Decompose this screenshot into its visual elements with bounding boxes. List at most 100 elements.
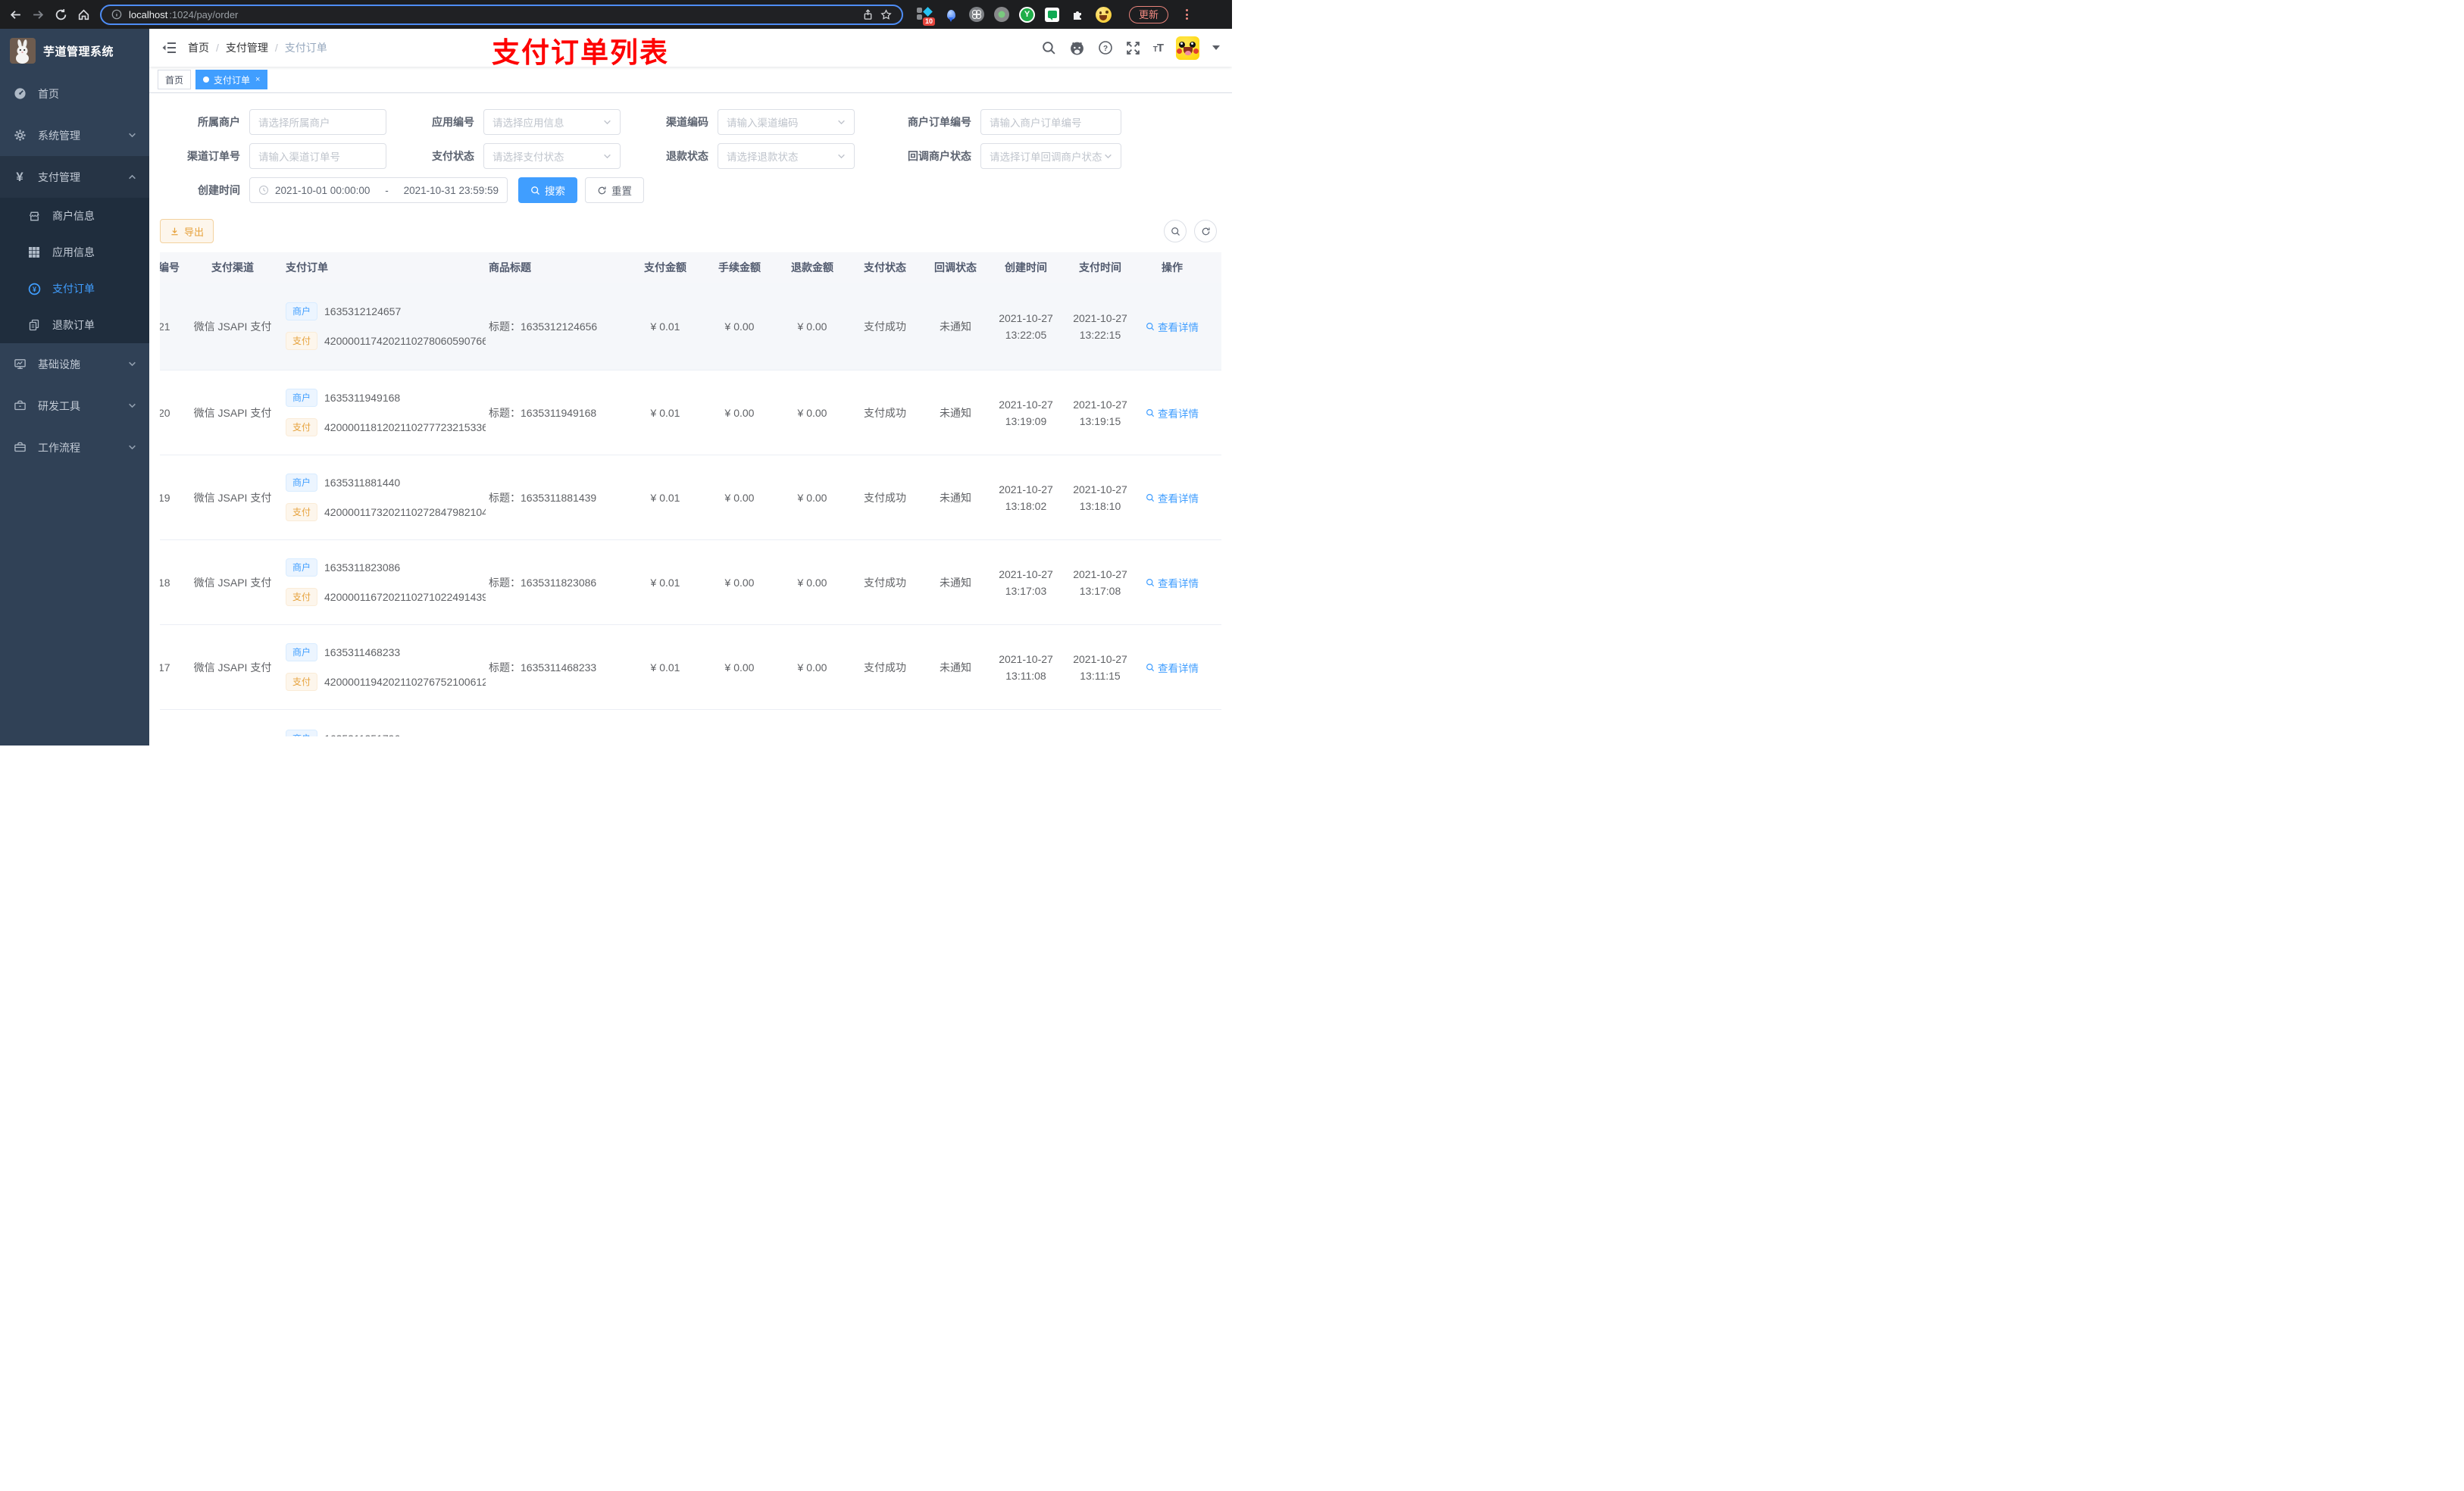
placeholder-text: 请选择支付状态 bbox=[492, 152, 564, 163]
search-button[interactable]: 搜索 bbox=[518, 177, 577, 203]
tags-view-bar: 首页 支付订单 × bbox=[149, 67, 1232, 93]
merchant-order-no: 1635311881440 bbox=[324, 477, 401, 489]
sidebar-item-pay-order[interactable]: ¥ 支付订单 bbox=[0, 270, 149, 307]
view-detail-link[interactable]: 查看详情 bbox=[1146, 490, 1199, 505]
notify-status-select[interactable]: 请选择订单回调商户状态 bbox=[980, 143, 1121, 169]
pay-order-no: 4200001173202110272847982104 bbox=[324, 506, 486, 518]
app-logo[interactable]: 芋道管理系统 bbox=[0, 29, 149, 73]
view-detail-link[interactable]: 查看详情 bbox=[1146, 405, 1199, 420]
sidebar-item-label: 商户信息 bbox=[52, 210, 95, 222]
col-title: 商品标题 bbox=[489, 261, 531, 274]
extension-pin-icon[interactable] bbox=[943, 6, 959, 23]
merchant-tag: 商户 bbox=[286, 643, 318, 661]
tab-label: 支付订单 bbox=[214, 74, 251, 86]
sidebar-item-app-info[interactable]: 应用信息 bbox=[0, 234, 149, 270]
merchant-tag: 商户 bbox=[286, 474, 318, 492]
url-bar[interactable]: localhost :1024/pay/order bbox=[100, 4, 903, 25]
cell-channel: 微信 JSAPI 支付 bbox=[193, 406, 272, 419]
filter-label: 渠道编码 bbox=[666, 116, 708, 128]
breadcrumb-home[interactable]: 首页 bbox=[188, 40, 209, 55]
channel-code-select[interactable]: 请输入渠道编码 bbox=[718, 109, 855, 135]
sidebar-item-workflow[interactable]: 工作流程 bbox=[0, 427, 149, 468]
channel-order-input[interactable]: 请输入渠道订单号 bbox=[249, 143, 386, 169]
extension-command-icon[interactable] bbox=[969, 7, 984, 22]
app-select[interactable]: 请选择应用信息 bbox=[483, 109, 621, 135]
sidebar-item-refund-order[interactable]: 退款订单 bbox=[0, 307, 149, 343]
sidebar-fold-icon[interactable] bbox=[161, 40, 177, 55]
search-icon[interactable] bbox=[1042, 41, 1056, 55]
extension-blocks-icon[interactable]: 10 bbox=[916, 6, 935, 26]
font-size-icon[interactable]: TT bbox=[1153, 42, 1164, 55]
date-end-value: 2021-10-31 23:59:59 bbox=[403, 184, 499, 196]
filter-label: 支付状态 bbox=[432, 150, 474, 162]
fullscreen-icon[interactable] bbox=[1126, 41, 1140, 55]
browser-reload-icon[interactable] bbox=[55, 8, 67, 21]
merchant-order-no: 1635311949168 bbox=[324, 392, 401, 404]
browser-back-icon[interactable] bbox=[9, 8, 22, 21]
view-detail-link[interactable]: 查看详情 bbox=[1146, 575, 1199, 590]
cell-id: 17 bbox=[160, 661, 170, 674]
bookmark-star-icon[interactable] bbox=[880, 8, 892, 20]
extension-record-icon[interactable] bbox=[994, 7, 1009, 22]
cell-pay-status: 支付成功 bbox=[864, 406, 906, 419]
cell-title: 标题：1635311823086 bbox=[489, 576, 597, 589]
extension-emoji-icon[interactable] bbox=[1096, 6, 1112, 23]
tab-home[interactable]: 首页 bbox=[158, 70, 192, 89]
breadcrumb-payment[interactable]: 支付管理 bbox=[226, 40, 268, 55]
extension-chat-icon[interactable] bbox=[1045, 7, 1059, 22]
cell-id: 18 bbox=[160, 576, 170, 589]
user-avatar[interactable] bbox=[1176, 36, 1199, 60]
sidebar-item-payment[interactable]: ¥ 支付管理 bbox=[0, 156, 149, 198]
merchant-order-input[interactable]: 请输入商户订单编号 bbox=[980, 109, 1121, 135]
pay-tag: 支付 bbox=[286, 588, 318, 606]
cell-title: 标题：1635311881439 bbox=[489, 491, 597, 504]
merchant-select[interactable]: 请选择所属商户 bbox=[249, 109, 386, 135]
cell-amount: ¥ 0.01 bbox=[650, 320, 680, 333]
sidebar-item-merchant-info[interactable]: 商户信息 bbox=[0, 198, 149, 234]
tab-pay-order[interactable]: 支付订单 × bbox=[195, 70, 268, 89]
refresh-icon[interactable] bbox=[1194, 220, 1217, 242]
create-time-range-picker[interactable]: 2021-10-01 00:00:00 - 2021-10-31 23:59:5… bbox=[249, 177, 508, 203]
active-dot bbox=[203, 77, 210, 83]
col-id: 编号 bbox=[160, 261, 180, 274]
site-info-icon[interactable] bbox=[111, 9, 122, 20]
reset-button[interactable]: 重置 bbox=[585, 177, 644, 203]
placeholder-text: 请输入商户订单编号 bbox=[990, 117, 1082, 129]
browser-forward-icon[interactable] bbox=[32, 8, 45, 21]
col-order: 支付订单 bbox=[286, 261, 328, 274]
browser-chrome: localhost :1024/pay/order 10 Y 更新 bbox=[0, 0, 1232, 29]
user-menu-caret-icon[interactable] bbox=[1212, 45, 1220, 50]
merchant-order-no: 1635311823086 bbox=[324, 561, 401, 574]
extensions-puzzle-icon[interactable] bbox=[1069, 6, 1086, 23]
filter-row-3: 创建时间 2021-10-01 00:00:00 - 2021-10-31 23… bbox=[160, 177, 1221, 203]
browser-menu-icon[interactable] bbox=[1186, 9, 1189, 20]
github-icon[interactable] bbox=[1069, 40, 1085, 56]
close-icon[interactable]: × bbox=[255, 75, 260, 84]
table-row: 21 微信 JSAPI 支付 商户 1635312124657 支付 4200001… bbox=[160, 283, 1221, 370]
refund-status-select[interactable]: 请选择退款状态 bbox=[718, 143, 855, 169]
orders-table: 编号 支付渠道 支付订单 商品标题 支付金额 手续金额 退款金额 支付状态 回调… bbox=[160, 252, 1221, 736]
search-button-label: 搜索 bbox=[545, 186, 565, 197]
chevron-up-icon bbox=[128, 173, 136, 181]
pay-status-select[interactable]: 请选择支付状态 bbox=[483, 143, 621, 169]
export-button[interactable]: 导出 bbox=[160, 219, 214, 243]
view-detail-link[interactable]: 查看详情 bbox=[1146, 319, 1199, 334]
sidebar-item-dev-tools[interactable]: 研发工具 bbox=[0, 385, 149, 427]
date-start-value: 2021-10-01 00:00:00 bbox=[275, 184, 371, 196]
browser-home-icon[interactable] bbox=[77, 8, 90, 21]
sidebar-item-home[interactable]: 首页 bbox=[0, 73, 149, 114]
cell-fee: ¥ 0.00 bbox=[724, 320, 755, 333]
cell-notify-status: 未通知 bbox=[940, 406, 971, 419]
share-icon[interactable] bbox=[862, 8, 874, 20]
cell-notify-status: 未通知 bbox=[940, 576, 971, 589]
help-icon[interactable]: ? bbox=[1098, 40, 1113, 55]
view-detail-link[interactable]: 查看详情 bbox=[1146, 660, 1199, 675]
url-path: :1024/pay/order bbox=[169, 8, 239, 20]
hide-search-icon[interactable] bbox=[1164, 220, 1187, 242]
browser-update-button[interactable]: 更新 bbox=[1129, 5, 1169, 23]
sidebar-item-infrastructure[interactable]: 基础设施 bbox=[0, 343, 149, 385]
sidebar-item-label: 工作流程 bbox=[38, 441, 80, 454]
extension-y-icon[interactable]: Y bbox=[1019, 6, 1035, 23]
sidebar-item-system[interactable]: 系统管理 bbox=[0, 114, 149, 156]
briefcase-icon bbox=[13, 441, 27, 454]
